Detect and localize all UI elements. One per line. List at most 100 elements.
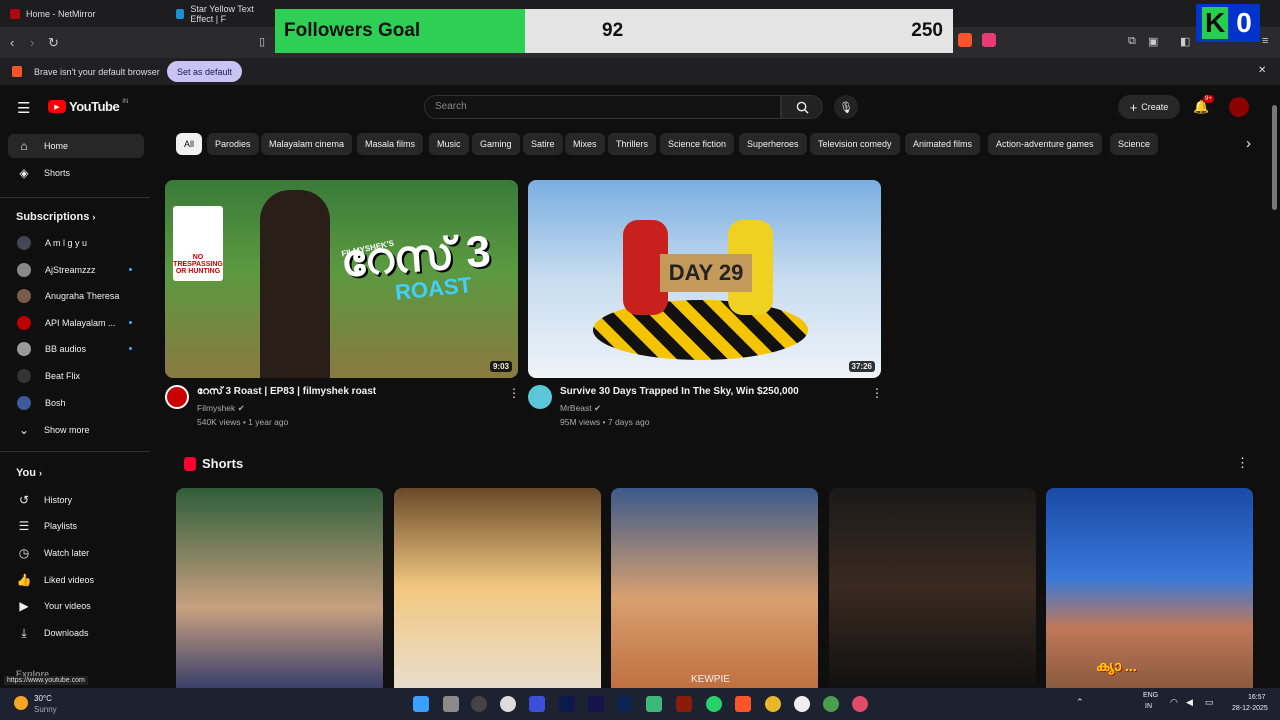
sidebar-item-history[interactable]: ↺ History: [8, 488, 144, 512]
reload-icon[interactable]: ↻: [48, 35, 59, 51]
language-primary[interactable]: ENG: [1143, 692, 1158, 699]
volume-icon[interactable]: ◀: [1186, 697, 1193, 708]
short-thumbnail[interactable]: KEWPIE: [611, 488, 818, 688]
set-default-button[interactable]: Set as default: [167, 61, 243, 82]
forward-icon[interactable]: ›: [30, 35, 34, 50]
m-app-icon[interactable]: [646, 696, 662, 712]
subscription-item[interactable]: Bosh: [8, 391, 144, 415]
clock-time[interactable]: 16:57: [1248, 694, 1266, 701]
weather-desc[interactable]: Sunny: [34, 705, 57, 714]
davinci-icon[interactable]: [794, 696, 810, 712]
sidebar-item-watch-later[interactable]: ◷ Watch later: [8, 541, 144, 565]
create-button[interactable]: + Create: [1118, 95, 1180, 119]
chip-animated-films[interactable]: Animated films: [905, 133, 981, 155]
battery-icon[interactable]: ▭: [1205, 697, 1214, 708]
followers-goal-overlay: Followers Goal 92 250: [275, 9, 953, 53]
sidebar-item-your-videos[interactable]: ▶ Your videos: [8, 594, 144, 618]
chip-thrillers[interactable]: Thrillers: [608, 133, 657, 155]
wifi-icon[interactable]: ◠: [1170, 697, 1178, 708]
subscription-item[interactable]: BB audios: [8, 337, 144, 361]
channel-avatar[interactable]: [528, 385, 552, 409]
chip-all[interactable]: All: [176, 133, 203, 155]
short-thumbnail[interactable]: [394, 488, 601, 688]
chip-television-comedy[interactable]: Television comedy: [810, 133, 900, 155]
menu-icon[interactable]: ≡: [1262, 35, 1268, 47]
extensions-icon[interactable]: ⧉: [1128, 35, 1136, 48]
subscriptions-heading[interactable]: Subscriptions ›: [16, 211, 95, 223]
brave-icon[interactable]: [735, 696, 751, 712]
sidebar-item-home[interactable]: ⌂ Home: [8, 134, 144, 158]
obs-icon[interactable]: [471, 696, 487, 712]
subscription-item[interactable]: AjStreamzzz: [8, 258, 144, 282]
tab-manager-icon[interactable]: ▣: [1148, 35, 1158, 48]
brave-shield-icon[interactable]: [958, 33, 972, 47]
sidebar-item-playlists[interactable]: ☰ Playlists: [8, 514, 144, 538]
bookmark-icon[interactable]: ▯: [259, 35, 265, 48]
task-view-icon[interactable]: [443, 696, 459, 712]
more-options-icon[interactable]: ⋮: [871, 386, 883, 400]
after-effects-icon[interactable]: [559, 696, 575, 712]
video-title[interactable]: റേസ് 3 Roast | EP83 | filmyshek roast: [197, 386, 376, 397]
weather-temp[interactable]: 30°C: [34, 694, 52, 703]
sidebar-item-downloads[interactable]: ⤓ Downloads: [8, 621, 144, 645]
chip-mixes[interactable]: Mixes: [565, 133, 605, 155]
subscription-item[interactable]: Beat Flix: [8, 364, 144, 388]
youtube-logo[interactable]: ▶ YouTube IN: [48, 99, 128, 114]
brave-rewards-icon[interactable]: [982, 33, 996, 47]
video-title[interactable]: Survive 30 Days Trapped In The Sky, Win …: [560, 386, 799, 397]
premiere-icon[interactable]: [588, 696, 604, 712]
video-thumbnail[interactable]: DAY 29 37:26: [528, 180, 881, 378]
chip-masala-films[interactable]: Masala films: [357, 133, 424, 155]
close-notice-icon[interactable]: ✕: [1258, 65, 1266, 76]
more-options-icon[interactable]: ⋮: [508, 386, 520, 400]
photoshop-icon[interactable]: [617, 696, 633, 712]
recorder-icon[interactable]: [852, 696, 868, 712]
tray-chevron-icon[interactable]: ⌃: [1076, 697, 1084, 708]
show-more-button[interactable]: ⌄ Show more: [8, 418, 144, 442]
illustrator-icon[interactable]: [676, 696, 692, 712]
shorts-more-icon[interactable]: ⋮: [1236, 455, 1249, 471]
chips-next-icon[interactable]: ›: [1246, 135, 1251, 152]
notifications-button[interactable]: 🔔 9+: [1193, 95, 1214, 115]
search-button[interactable]: [781, 95, 823, 119]
vpn-icon[interactable]: [529, 696, 545, 712]
clock-date[interactable]: 28-12-2025: [1232, 705, 1268, 712]
language-region[interactable]: IN: [1145, 703, 1152, 710]
chip-music[interactable]: Music: [429, 133, 469, 155]
you-heading[interactable]: You ›: [16, 467, 42, 479]
short-thumbnail[interactable]: [829, 488, 1036, 688]
channel-avatar[interactable]: [165, 385, 189, 409]
chip-gaming[interactable]: Gaming: [472, 133, 520, 155]
tab-netmirror[interactable]: Home - NetMirror: [0, 0, 162, 27]
subscription-item[interactable]: API Malayalam ...: [8, 311, 144, 335]
search-input[interactable]: Search: [424, 95, 781, 119]
whatsapp-icon[interactable]: [706, 696, 722, 712]
back-icon[interactable]: ‹: [10, 35, 14, 50]
chip-action-adventure-games[interactable]: Action-adventure games: [988, 133, 1102, 155]
chip-satire[interactable]: Satire: [523, 133, 563, 155]
chip-science[interactable]: Science: [1110, 133, 1159, 155]
chip-parodies[interactable]: Parodies: [207, 133, 259, 155]
channel-name[interactable]: Filmyshek ✔: [197, 403, 245, 414]
short-thumbnail[interactable]: [176, 488, 383, 688]
chrome-profile-icon[interactable]: [823, 696, 839, 712]
hamburger-menu-icon[interactable]: ☰: [17, 99, 30, 117]
chip-science-fiction[interactable]: Science fiction: [660, 133, 735, 155]
chrome-icon[interactable]: [765, 696, 781, 712]
chip-superheroes[interactable]: Superheroes: [739, 133, 807, 155]
sidebar-item-shorts[interactable]: ◈ Shorts: [8, 161, 144, 185]
chatgpt-icon[interactable]: [500, 696, 516, 712]
voice-search-button[interactable]: 🎙: [834, 95, 858, 119]
sidebar-item-liked-videos[interactable]: 👍 Liked videos: [8, 568, 144, 592]
short-thumbnail[interactable]: ക്യാ ...: [1046, 488, 1253, 688]
sidebar-toggle-icon[interactable]: ◧: [1180, 35, 1190, 48]
subscription-item[interactable]: A m l g y u: [8, 231, 144, 255]
page-scrollbar[interactable]: [1272, 105, 1277, 210]
windows-start-icon[interactable]: [413, 696, 429, 712]
tab-star-yellow[interactable]: Star Yellow Text Effect | F: [166, 0, 276, 27]
chip-malayalam-cinema[interactable]: Malayalam cinema: [261, 133, 353, 155]
video-thumbnail[interactable]: NO TRESPASSING OR HUNTING FILMYSHEK'S റേ…: [165, 180, 518, 378]
channel-name[interactable]: MrBeast ✔: [560, 403, 601, 414]
subscription-item[interactable]: Anugraha Theresa: [8, 284, 144, 308]
avatar[interactable]: [1229, 97, 1249, 117]
